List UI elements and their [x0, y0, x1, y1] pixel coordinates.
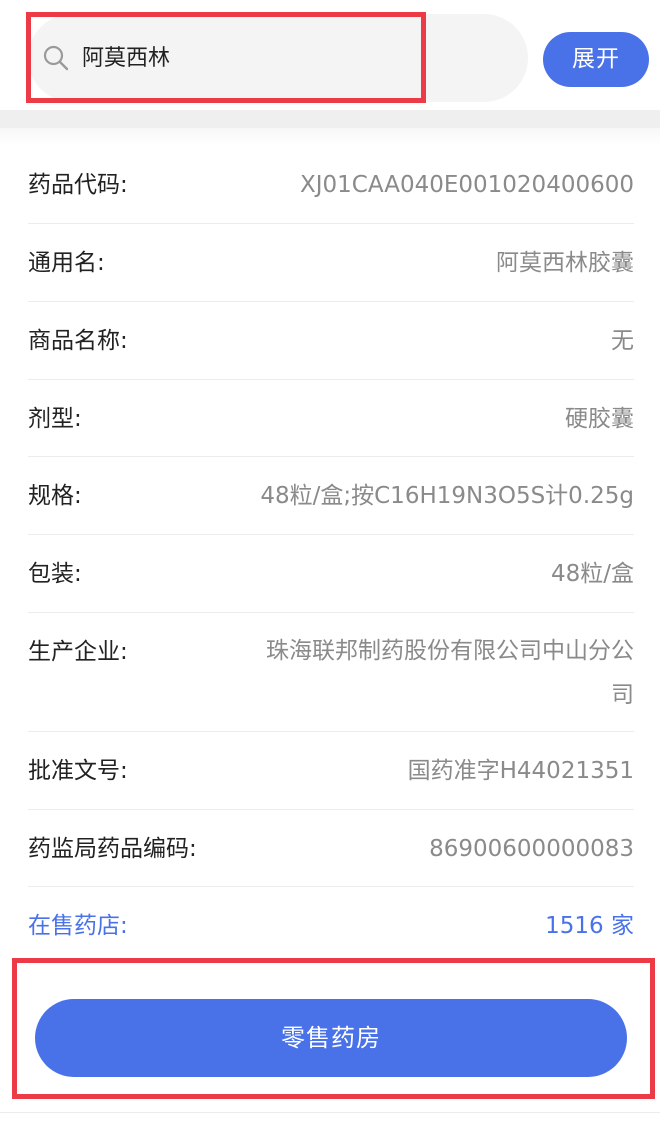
row-label: 剂型: — [28, 406, 82, 432]
detail-row-drug-code: 药品代码: XJ01CAA040E001020400600 — [28, 146, 634, 224]
row-value: 珠海联邦制药股份有限公司中山分公司 — [266, 638, 634, 708]
row-label: 批准文号: — [28, 758, 128, 784]
row-label: 商品名称: — [28, 328, 128, 354]
row-value: 48粒/盒;按C16H19N3O5S计0.25g — [260, 483, 634, 509]
header: 阿莫西林 展开 — [0, 0, 660, 110]
stores-label[interactable]: 在售药店: — [28, 907, 128, 945]
retail-pharmacy-button[interactable]: 零售药房 — [35, 999, 627, 1077]
row-value: 48粒/盒 — [550, 561, 634, 587]
row-label: 通用名: — [28, 250, 105, 276]
detail-row-trade-name: 商品名称: 无 — [28, 302, 634, 380]
row-value: 阿莫西林胶囊 — [496, 250, 634, 276]
stores-count[interactable]: 1516 家 — [545, 907, 634, 945]
row-label: 药监局药品编码: — [28, 836, 197, 862]
row-label: 包装: — [28, 561, 82, 587]
search-icon — [43, 45, 69, 71]
detail-row-dosage-form: 剂型: 硬胶囊 — [28, 380, 634, 457]
expand-button[interactable]: 展开 — [543, 32, 649, 87]
bottom-divider — [0, 1112, 660, 1113]
detail-row-generic-name: 通用名: 阿莫西林胶囊 — [28, 224, 634, 302]
row-value: 国药准字H44021351 — [407, 758, 634, 784]
row-value: 86900600000083 — [429, 836, 634, 862]
section-divider-shadow — [0, 128, 660, 146]
detail-row-manufacturer: 生产企业: 珠海联邦制药股份有限公司中山分公司 — [28, 613, 634, 732]
section-divider — [0, 110, 660, 128]
stores-on-sale-row[interactable]: 在售药店: 1516 家 — [28, 887, 634, 961]
row-value: XJ01CAA040E001020400600 — [299, 172, 634, 198]
row-label: 规格: — [28, 483, 82, 509]
row-label: 生产企业: — [28, 639, 128, 665]
detail-row-nmpa-code: 药监局药品编码: 86900600000083 — [28, 810, 634, 887]
detail-row-approval-number: 批准文号: 国药准字H44021351 — [28, 732, 634, 810]
row-value: 硬胶囊 — [565, 406, 634, 432]
detail-row-packaging: 包装: 48粒/盒 — [28, 535, 634, 613]
row-value: 无 — [611, 328, 634, 354]
row-label: 药品代码: — [28, 172, 128, 198]
detail-row-specification: 规格: 48粒/盒;按C16H19N3O5S计0.25g — [28, 457, 634, 535]
search-query-text[interactable]: 阿莫西林 — [82, 44, 170, 74]
